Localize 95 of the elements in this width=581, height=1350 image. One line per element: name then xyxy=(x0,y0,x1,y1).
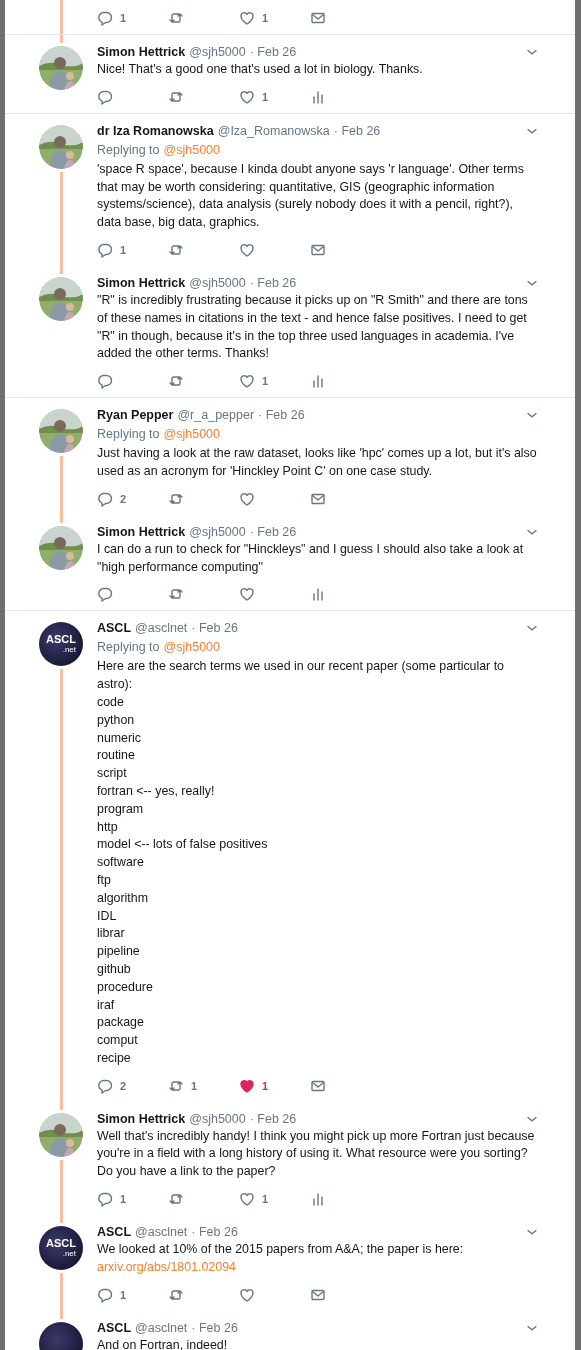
reply-icon xyxy=(97,242,113,258)
author-name[interactable]: Simon Hettrick xyxy=(97,524,186,539)
reply-icon xyxy=(97,373,113,390)
author-name[interactable]: Simon Hettrick xyxy=(97,45,186,59)
tweet-text: Just having a look at the raw dataset, looks like 'hpc' comes up a lot, but it's also used as an acronym for 'Hinckley Point C' on one case study. xyxy=(97,445,538,480)
paper-link[interactable]: arxiv.org/abs/1801.02094 xyxy=(97,1258,539,1277)
author-handle[interactable]: @Iza_Romanowska xyxy=(217,123,330,138)
tweet-date[interactable]: · Feb 26 xyxy=(333,123,381,138)
mention-link[interactable]: @sjh5000 xyxy=(163,427,221,442)
tweet-text: We looked at 10% of the 2015 papers from A&A; the paper is here: xyxy=(97,1241,465,1259)
reply-button[interactable]: 1 xyxy=(97,1189,168,1210)
ascl-logo: ASCL .net xyxy=(39,1226,83,1271)
tweet-date[interactable]: · Feb 26 xyxy=(191,1320,238,1335)
tweet-date[interactable]: · Feb 26 xyxy=(249,276,297,290)
like-button[interactable]: 1 xyxy=(239,86,310,107)
tweet-date[interactable]: · Feb 26 xyxy=(249,45,297,59)
reply-button[interactable]: 1 xyxy=(97,240,168,260)
tweet-text: comput xyxy=(97,1032,139,1050)
reply-icon xyxy=(97,1077,113,1094)
analytics-icon xyxy=(310,586,326,603)
author-handle[interactable]: @sjh5000 xyxy=(189,524,246,539)
tweet-text: IDL xyxy=(97,907,118,925)
like-button[interactable]: 1 xyxy=(239,1189,310,1210)
author-name[interactable]: ASCL xyxy=(97,1225,132,1240)
tweet-text: script xyxy=(97,765,128,783)
author-handle[interactable]: @asclnet xyxy=(135,621,188,636)
tweet-text: 'space R space', because I kinda doubt anyone says 'r language'. Other terms that may be worth considering: quantitative, GIS (geographic information systems/science), data analysis (surely nobody does it with a pencil, right?), data base, big data, graphics. xyxy=(97,160,525,232)
like-button[interactable]: 1 xyxy=(239,371,310,392)
tweet-text: github xyxy=(97,960,132,978)
tweet-text: I can do a run to check for "Hinckleys" and I guess I should also take a look at "high performance computing" xyxy=(97,540,525,576)
reply-icon xyxy=(97,88,113,105)
mention-link[interactable]: @sjh5000 xyxy=(163,640,221,655)
tweet-text: code xyxy=(97,693,125,711)
replying-label: Replying to xyxy=(97,640,160,655)
retweet-button[interactable]: 1 xyxy=(168,1075,239,1096)
analytics-icon xyxy=(310,1191,326,1208)
tweet-text: python xyxy=(97,711,136,729)
tweet-text: program xyxy=(97,800,145,818)
tweet-text: http xyxy=(97,818,119,836)
author-handle[interactable]: @sjh5000 xyxy=(189,1111,246,1126)
reply-icon xyxy=(97,1286,113,1303)
author-name[interactable]: Ryan Pepper xyxy=(97,408,174,423)
ascl-logo: ASCL .net xyxy=(39,622,83,667)
author-handle[interactable]: @sjh5000 xyxy=(189,45,246,59)
like-button[interactable]: 1 xyxy=(239,8,310,28)
tweet-date[interactable]: · Feb 26 xyxy=(249,1111,297,1126)
reply-button[interactable]: 2 xyxy=(97,1075,168,1096)
tweet-text: algorithm xyxy=(97,889,149,907)
tweet-date[interactable]: · Feb 26 xyxy=(258,408,305,423)
tweet-date[interactable]: · Feb 26 xyxy=(249,524,297,539)
tweet-text: pipeline xyxy=(97,943,141,961)
retweet-icon xyxy=(168,10,184,26)
tweet-text: procedure xyxy=(97,978,154,996)
tweet-text: Nice! That's a good one that's used a lot in biology. Thanks. xyxy=(97,61,424,78)
retweet-icon xyxy=(168,242,184,258)
author-name[interactable]: ASCL xyxy=(97,1320,132,1335)
tweet-text: Here are the search terms we used in our recent paper (some particular to astro): xyxy=(97,658,505,694)
author-name[interactable]: Simon Hettrick xyxy=(97,276,186,290)
author-name[interactable]: Simon Hettrick xyxy=(97,1111,186,1126)
reply-icon xyxy=(97,1191,113,1208)
author-handle[interactable]: @r_a_pepper xyxy=(177,408,255,423)
tweet-text: routine xyxy=(97,747,136,765)
tweet-text: fortran <-- yes, really! xyxy=(97,782,216,800)
author-handle[interactable]: @asclnet xyxy=(135,1225,188,1240)
analytics-icon xyxy=(310,373,326,390)
replying-label: Replying to xyxy=(97,142,160,157)
tweet-text: ftp xyxy=(97,871,112,889)
reply-button[interactable]: 1 xyxy=(97,8,168,28)
tweet-text: software xyxy=(97,854,145,872)
reply-icon xyxy=(97,490,113,507)
replying-label: Replying to xyxy=(97,427,160,442)
author-name[interactable]: ASCL xyxy=(97,621,132,636)
reply-button[interactable]: 1 xyxy=(97,1284,168,1305)
tweet-text: recipe xyxy=(97,1049,132,1067)
tweet-text: numeric xyxy=(97,729,143,747)
tweet-text: librar xyxy=(97,925,126,943)
author-name[interactable]: dr Iza Romanowska xyxy=(97,123,214,138)
tweet-text: iraf xyxy=(97,996,116,1014)
reply-button[interactable]: 2 xyxy=(97,488,168,509)
tweet-text: Well that's incredibly handy! I think you might pick up more Fortran just because you're in a field with a long history of using it. What resource were you sorting? Do you have a link to the paper? xyxy=(97,1127,536,1181)
tweet-text: model <-- lots of false positives xyxy=(97,836,269,854)
tweet-text: package xyxy=(97,1014,145,1032)
author-handle[interactable]: @sjh5000 xyxy=(189,276,246,290)
reply-icon xyxy=(97,586,113,603)
mention-link[interactable]: @sjh5000 xyxy=(163,142,221,157)
mail-icon xyxy=(310,10,326,26)
tweet-text: "R" is incredibly frustrating because it picks up on "R Smith" and there are tons of these names in citations in the text - and hence false positives. I need to get "R" in though, because it's in the top three used languages in academia. I've added the other terms. Thanks! xyxy=(97,292,529,363)
reply-icon xyxy=(97,10,113,26)
tweet-text: And on Fortran, indeed! xyxy=(97,1336,229,1350)
like-button[interactable]: 1 xyxy=(239,1075,310,1096)
mail-icon xyxy=(310,242,326,258)
tweet-date[interactable]: · Feb 26 xyxy=(191,621,238,636)
author-handle[interactable]: @asclnet xyxy=(135,1320,188,1335)
analytics-icon xyxy=(310,88,326,105)
tweet-date[interactable]: · Feb 26 xyxy=(191,1225,238,1240)
